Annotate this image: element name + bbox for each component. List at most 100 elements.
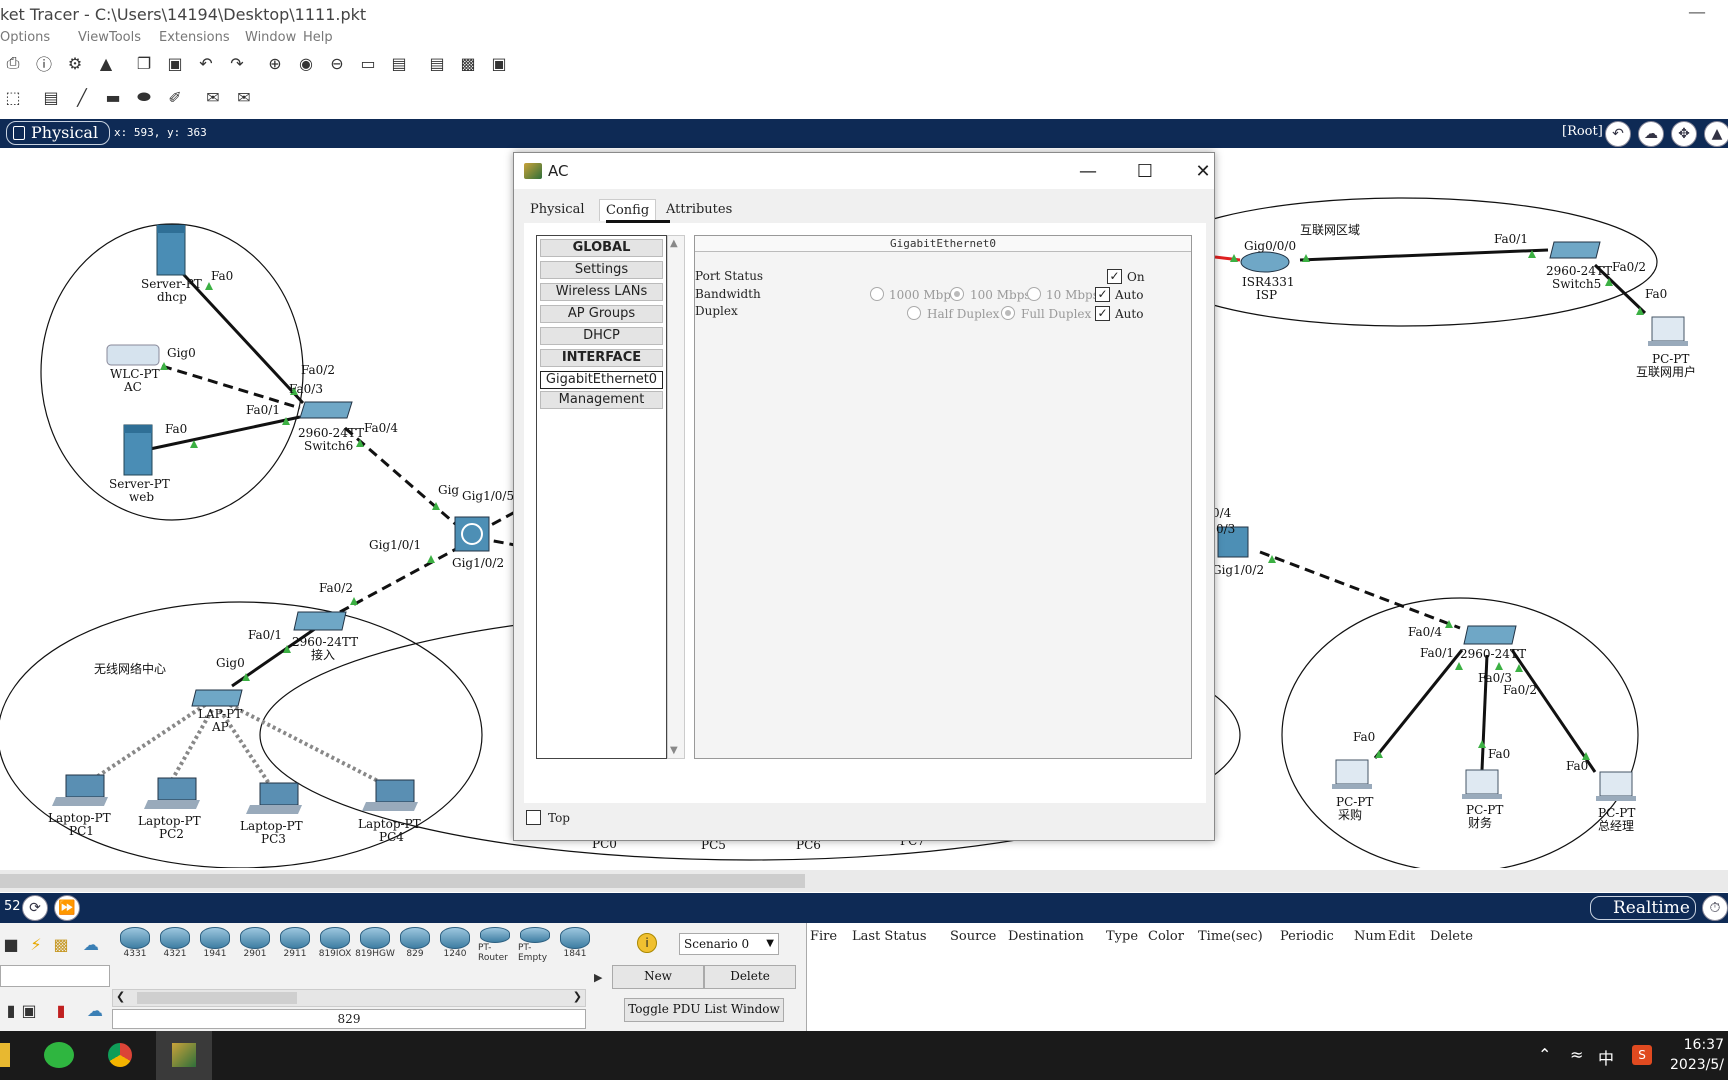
custom-device-icon[interactable]: ▤ xyxy=(388,52,410,74)
bandwidth-1000-radio[interactable] xyxy=(870,287,884,301)
rectangle-tool-icon[interactable]: ▬ xyxy=(102,86,124,108)
copy-icon[interactable]: ❐ xyxy=(133,52,155,74)
switch5[interactable] xyxy=(1549,241,1601,259)
device-list-scrollbar[interactable]: ❮ ❯ xyxy=(112,989,586,1007)
complex-pdu-icon[interactable]: ✉ xyxy=(233,86,255,108)
full-duplex-radio[interactable] xyxy=(1001,306,1015,320)
reset-time-icon[interactable]: ⟳ xyxy=(22,895,48,921)
chrome-icon[interactable] xyxy=(106,1041,134,1069)
sidebar-item-settings[interactable]: Settings xyxy=(540,261,663,279)
switch6[interactable] xyxy=(299,401,353,419)
scroll-up-icon[interactable]: ▲ xyxy=(670,238,678,249)
wlc-ac[interactable] xyxy=(106,344,160,366)
subcat-radio-icon[interactable]: ▣ xyxy=(18,999,40,1021)
line-tool-icon[interactable]: ╱ xyxy=(71,86,93,108)
device-1941[interactable]: 1941 xyxy=(198,927,232,963)
core-switch[interactable] xyxy=(454,516,490,552)
scenario-select[interactable]: Scenario 0 ▼ xyxy=(679,933,779,955)
network-wizard-icon[interactable]: ⚙ xyxy=(64,52,86,74)
device-2901[interactable]: 2901 xyxy=(238,927,272,963)
sidebar-item-management[interactable]: Management xyxy=(540,391,663,409)
category-cloud-icon[interactable]: ☁ xyxy=(80,933,102,955)
toggle-pdu-list-button[interactable]: Toggle PDU List Window xyxy=(624,998,784,1022)
device-2911[interactable]: 2911 xyxy=(278,927,312,963)
device-pt-router[interactable]: PT-Router xyxy=(478,927,512,963)
device-pt-empty[interactable]: PT-Empty xyxy=(518,927,552,963)
paste-icon[interactable]: ▣ xyxy=(164,52,186,74)
menu-tools[interactable]: Tools xyxy=(109,30,141,45)
subcat-cellular-icon[interactable]: ▮ xyxy=(50,999,72,1021)
sidebar-item-wireless-lans[interactable]: Wireless LANs xyxy=(540,283,663,301)
menu-options[interactable]: Options xyxy=(0,30,50,45)
select-icon[interactable]: ⬚ xyxy=(2,86,24,108)
pc-purchase[interactable] xyxy=(1332,759,1372,789)
tray-expand-icon[interactable]: ⌃ xyxy=(1538,1045,1551,1064)
cloud-icon[interactable]: ☁ xyxy=(1638,121,1664,147)
bandwidth-10-radio[interactable] xyxy=(1027,287,1041,301)
system-clock[interactable]: 16:37 2023/5/ xyxy=(1670,1035,1724,1075)
device-1240[interactable]: 1240 xyxy=(438,927,472,963)
pc-finance[interactable] xyxy=(1462,769,1502,799)
notes-icon[interactable]: ▤ xyxy=(426,52,448,74)
drawing-palette-icon[interactable]: ▭ xyxy=(357,52,379,74)
lap-ap[interactable] xyxy=(191,689,243,707)
sidebar-item-gigabitethernet0[interactable]: GigabitEthernet0 xyxy=(540,371,663,389)
laptop-pc1[interactable] xyxy=(52,774,108,806)
device-search-input[interactable] xyxy=(0,965,110,987)
scenario-info-icon[interactable]: i xyxy=(637,933,657,953)
laptop-pc3[interactable] xyxy=(246,782,302,814)
simulation-icon[interactable]: ⏱ xyxy=(1702,895,1728,921)
device-4331[interactable]: 4331 xyxy=(118,927,152,963)
packet-tracer-taskbar-item[interactable] xyxy=(156,1031,212,1080)
menu-view[interactable]: View xyxy=(78,30,109,45)
move-icon[interactable]: ✥ xyxy=(1671,121,1697,147)
info-icon[interactable]: ⓘ xyxy=(33,52,55,74)
subcat-cloud-icon[interactable]: ☁ xyxy=(84,999,106,1021)
device-scroll-thumb[interactable] xyxy=(137,992,297,1004)
activity-wizard-icon[interactable]: ▲ xyxy=(95,52,117,74)
bandwidth-auto-checkbox[interactable]: ✓ xyxy=(1095,287,1110,302)
physical-mode-button[interactable]: Physical xyxy=(6,121,110,145)
menu-window[interactable]: Window xyxy=(245,30,296,45)
workspace-horizontal-scrollbar[interactable] xyxy=(0,870,1728,892)
dialog-minimize-icon[interactable]: — xyxy=(1068,157,1108,185)
scroll-down-icon[interactable]: ▼ xyxy=(670,745,678,756)
realtime-mode-button[interactable]: Realtime xyxy=(1590,896,1696,920)
mountain-icon[interactable]: ▲ xyxy=(1704,121,1728,147)
redo-icon[interactable]: ↷ xyxy=(226,52,248,74)
root-breadcrumb[interactable]: [Root] xyxy=(1562,124,1603,139)
access-switch[interactable] xyxy=(293,611,347,631)
ellipse-tool-icon[interactable]: ⬬ xyxy=(133,86,155,108)
pc-internet-user[interactable] xyxy=(1648,316,1688,346)
zoom-in-icon[interactable]: ⊕ xyxy=(264,52,286,74)
device-819iox[interactable]: 819IOX xyxy=(318,927,352,963)
zoom-reset-icon[interactable]: ◉ xyxy=(295,52,317,74)
zoom-out-icon[interactable]: ⊖ xyxy=(326,52,348,74)
freeform-tool-icon[interactable]: ✐ xyxy=(164,86,186,108)
undo-icon[interactable]: ↶ xyxy=(195,52,217,74)
scroll-left-icon[interactable]: ❮ xyxy=(116,990,125,1003)
server-dhcp[interactable] xyxy=(156,224,186,276)
sidebar-item-ap-groups[interactable]: AP Groups xyxy=(540,305,663,323)
delete-scenario-button[interactable]: Delete xyxy=(704,965,796,989)
minimize-button[interactable]: — xyxy=(1688,2,1706,23)
sidebar-item-dhcp[interactable]: DHCP xyxy=(540,327,663,345)
print-icon[interactable]: ⎙ xyxy=(2,52,24,74)
file-explorer-icon[interactable] xyxy=(0,1043,10,1067)
tab-physical[interactable]: Physical xyxy=(524,199,590,221)
new-scenario-button[interactable]: New xyxy=(612,965,704,989)
device-4321[interactable]: 4321 xyxy=(158,927,192,963)
half-duplex-radio[interactable] xyxy=(907,306,921,320)
menu-help[interactable]: Help xyxy=(303,30,333,45)
scroll-right-icon[interactable]: ❯ xyxy=(573,990,582,1003)
device-819hgw[interactable]: 819HGW xyxy=(355,927,395,963)
top-checkbox[interactable] xyxy=(526,810,541,825)
scrollbar-thumb[interactable] xyxy=(0,874,805,888)
dialog-close-icon[interactable]: ✕ xyxy=(1183,157,1223,185)
isp-router[interactable] xyxy=(1240,251,1290,273)
dept-switch[interactable] xyxy=(1463,625,1517,645)
category-router-icon[interactable]: ■ xyxy=(0,933,22,955)
image-icon[interactable]: ▣ xyxy=(488,52,510,74)
dialog-maximize-icon[interactable]: ☐ xyxy=(1125,157,1165,185)
device-1841[interactable]: 1841 xyxy=(558,927,592,963)
